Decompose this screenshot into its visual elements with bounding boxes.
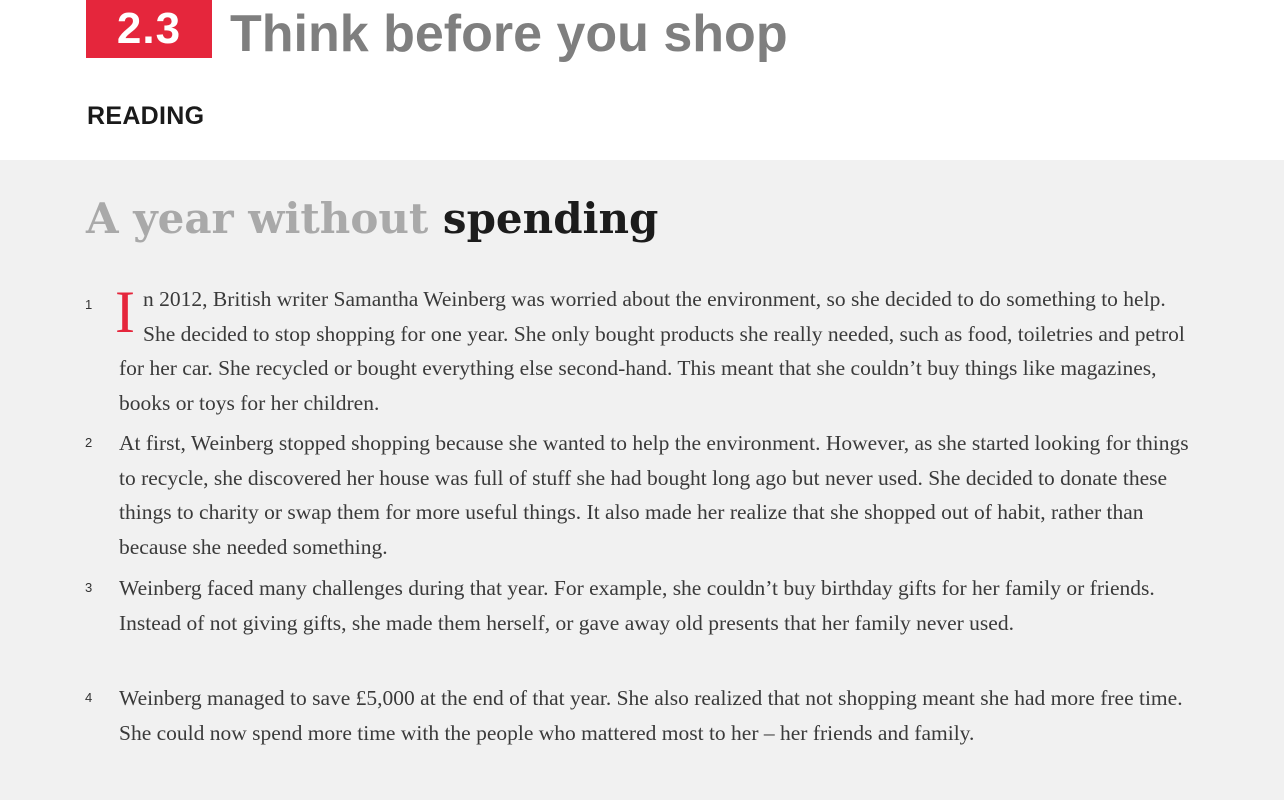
paragraph-3: 3 Weinberg faced many challenges during … <box>85 571 1199 640</box>
paragraph-number: 1 <box>85 297 93 312</box>
section-label: READING <box>87 102 205 130</box>
drop-cap: I <box>115 279 135 345</box>
paragraph-number: 4 <box>85 690 93 705</box>
paragraph-text: n 2012, British writer Samantha Weinberg… <box>119 287 1185 415</box>
paragraph-text: Weinberg faced many challenges during th… <box>119 576 1155 635</box>
paragraph-number: 3 <box>85 580 93 595</box>
paragraph-text: At first, Weinberg stopped shopping beca… <box>119 431 1189 559</box>
article-title-light: A year without <box>86 194 443 243</box>
paragraph-4: 4 Weinberg managed to save £5,000 at the… <box>85 681 1199 750</box>
paragraph-2: 2 At first, Weinberg stopped shopping be… <box>85 426 1199 564</box>
article-title-dark: spending <box>442 194 659 243</box>
paragraph-number: 2 <box>85 435 93 450</box>
paragraph-1: 1 I n 2012, British writer Samantha Wein… <box>85 282 1199 420</box>
unit-header: 2.3 Think before you shop <box>86 0 788 62</box>
unit-number-badge: 2.3 <box>86 0 212 58</box>
unit-title: Think before you shop <box>230 5 788 63</box>
paragraph-text: Weinberg managed to save £5,000 at the e… <box>119 686 1183 745</box>
article-title: A year without spending <box>86 194 659 243</box>
